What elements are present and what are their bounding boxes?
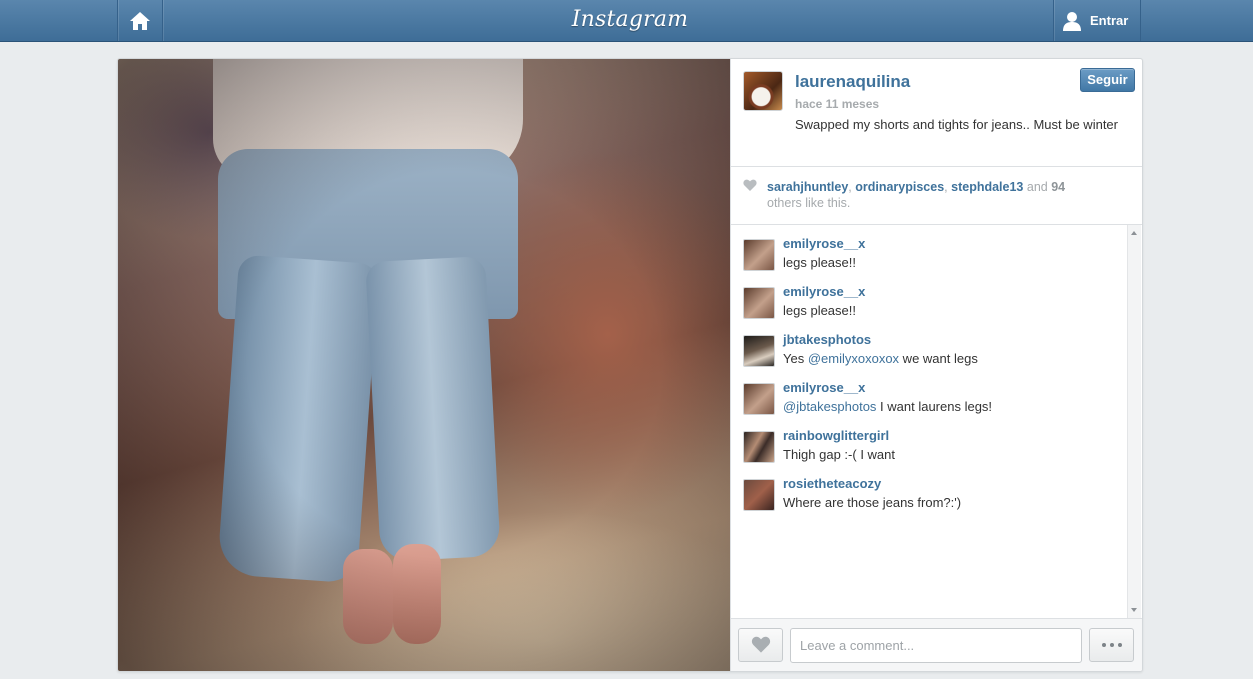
likes-suffix: others like this. [767,196,851,210]
commenter-avatar[interactable] [743,287,775,319]
heart-icon [751,636,770,653]
comment-prefix: Yes [783,351,808,366]
comment-username[interactable]: emilyrose__x [783,380,865,395]
comment-item: rosietheteacozy Where are those jeans fr… [743,476,1123,522]
ellipsis-icon [1109,643,1114,647]
photo-vignette [118,59,730,671]
comment-username[interactable]: jbtakesphotos [783,332,871,347]
likes-summary: sarahjhuntley, ordinarypisces, stephdale… [767,179,1127,211]
home-icon [130,11,150,30]
owner-avatar[interactable] [743,71,783,111]
comment-text: legs please!! [783,255,856,270]
comment-text: Thigh gap :-( I want [783,447,895,462]
owner-username[interactable]: laurenaquilina [795,72,910,92]
comments-scrollbar[interactable] [1127,225,1141,618]
top-nav-bar: Instagram Entrar [0,0,1253,42]
post-timestamp: hace 11 meses [795,97,880,111]
comment-text: Where are those jeans from?:') [783,495,962,510]
user-silhouette-icon [1063,11,1081,31]
comment-username[interactable]: emilyrose__x [783,284,865,299]
scroll-down-arrow-icon[interactable] [1131,608,1137,612]
ellipsis-icon [1101,643,1106,647]
comment-mention[interactable]: @jbtakesphotos [783,399,876,414]
comment-body: I want laurens legs! [876,399,993,414]
comment-composer [731,618,1142,671]
comment-username[interactable]: emilyrose__x [783,236,865,251]
commenter-avatar[interactable] [743,335,775,367]
like-user-link[interactable]: ordinarypisces [855,180,944,194]
post-caption: Swapped my shorts and tights for jeans..… [795,117,1118,132]
heart-icon [743,179,757,191]
follow-button[interactable]: Seguir [1080,68,1135,92]
comment-item: emilyrose__x legs please!! [743,236,1123,282]
like-user-link[interactable]: sarahjhuntley [767,180,848,194]
scroll-up-arrow-icon[interactable] [1131,231,1137,235]
comment-mention[interactable]: @emilyxoxoxox [808,351,899,366]
commenter-avatar[interactable] [743,479,775,511]
comments-list[interactable]: emilyrose__x legs please!! emilyrose__x … [731,225,1142,618]
comment-username[interactable]: rosietheteacozy [783,476,881,491]
login-label: Entrar [1090,13,1129,28]
like-button[interactable] [738,628,783,662]
instagram-logo[interactable]: Instagram [560,4,700,36]
ellipsis-icon [1117,643,1122,647]
comment-item: emilyrose__x legs please!! [743,284,1123,330]
comment-item: emilyrose__x @jbtakesphotos I want laure… [743,380,1123,426]
home-button[interactable] [117,0,163,41]
comment-username[interactable]: rainbowglittergirl [783,428,889,443]
more-options-button[interactable] [1089,628,1134,662]
comment-item: rainbowglittergirl Thigh gap :-( I want [743,428,1123,474]
comment-item: jbtakesphotos Yes @emilyxoxoxox we want … [743,332,1123,378]
post-header: laurenaquilina hace 11 meses Swapped my … [731,59,1142,167]
post-photo[interactable] [118,59,730,671]
post-panel: laurenaquilina hace 11 meses Swapped my … [117,58,1143,672]
like-user-link[interactable]: stephdale13 [951,180,1023,194]
comment-body: we want legs [899,351,978,366]
comment-text: Yes @emilyxoxoxox we want legs [783,351,978,366]
commenter-avatar[interactable] [743,383,775,415]
comment-text: @jbtakesphotos I want laurens legs! [783,399,992,414]
commenter-avatar[interactable] [743,239,775,271]
login-button[interactable]: Entrar [1053,0,1141,41]
comment-text: legs please!! [783,303,856,318]
comment-input[interactable] [790,628,1082,663]
likes-and: and [1023,180,1052,194]
commenter-avatar[interactable] [743,431,775,463]
likes-section: sarahjhuntley, ordinarypisces, stephdale… [731,167,1142,225]
post-sidebar: laurenaquilina hace 11 meses Swapped my … [730,59,1142,671]
likes-count[interactable]: 94 [1051,180,1065,194]
